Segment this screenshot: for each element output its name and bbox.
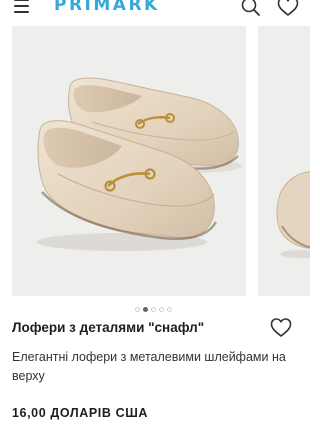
product-image-gallery[interactable]: [0, 26, 310, 298]
product-image[interactable]: [12, 26, 246, 296]
gallery-pagination: [135, 307, 172, 313]
pagination-dot[interactable]: [135, 307, 140, 312]
product-title: Лофери з деталями "снафл": [12, 320, 205, 335]
pagination-dot[interactable]: [167, 307, 172, 312]
product-description: Елегантні лофери з металевими шлейфами н…: [12, 350, 286, 383]
product-price: 16,00 ДОЛАРІВ США: [12, 406, 148, 420]
add-to-favorites-heart-icon[interactable]: [270, 318, 292, 338]
product-image-next[interactable]: [258, 26, 310, 296]
search-icon[interactable]: [240, 0, 262, 17]
top-header: PRIMARK: [0, 0, 310, 20]
pagination-dot[interactable]: [159, 307, 164, 312]
wishlist-heart-icon[interactable]: [277, 0, 299, 17]
pagination-dot[interactable]: [151, 307, 156, 312]
hamburger-menu-icon[interactable]: [14, 0, 30, 14]
pagination-dot-active[interactable]: [143, 307, 148, 312]
brand-logo[interactable]: PRIMARK: [54, 0, 160, 15]
